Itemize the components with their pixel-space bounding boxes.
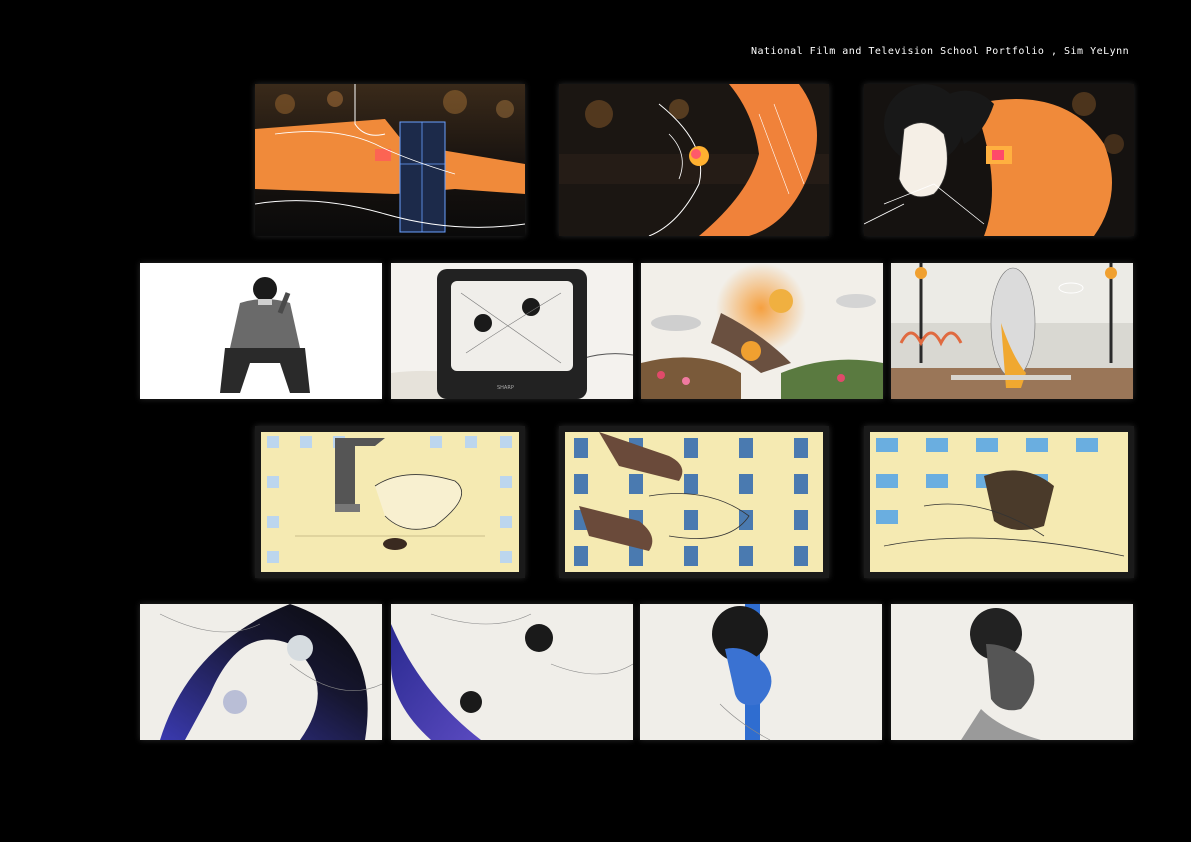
frame-night-arm-hand [255, 84, 525, 236]
frame-profile-blue [640, 604, 882, 740]
frame-cosmic-swirl [140, 604, 382, 740]
frame-pier-lovers [891, 263, 1133, 399]
frame-blue-swirl [391, 604, 633, 740]
frame-handwashing [255, 426, 525, 578]
frame-crt-tv: SHARP [391, 263, 633, 399]
frame-profile-gray [891, 604, 1133, 740]
frame-food-cans [559, 426, 829, 578]
portfolio-title: National Film and Television School Port… [751, 46, 1130, 57]
frame-night-couple-embrace [864, 84, 1134, 236]
tv-brand-label: SHARP [497, 385, 514, 391]
frame-flower-collage [641, 263, 883, 399]
frame-night-arm-reach [559, 84, 829, 236]
frame-portrait-seated [140, 263, 382, 399]
frame-face-masks [864, 426, 1134, 578]
